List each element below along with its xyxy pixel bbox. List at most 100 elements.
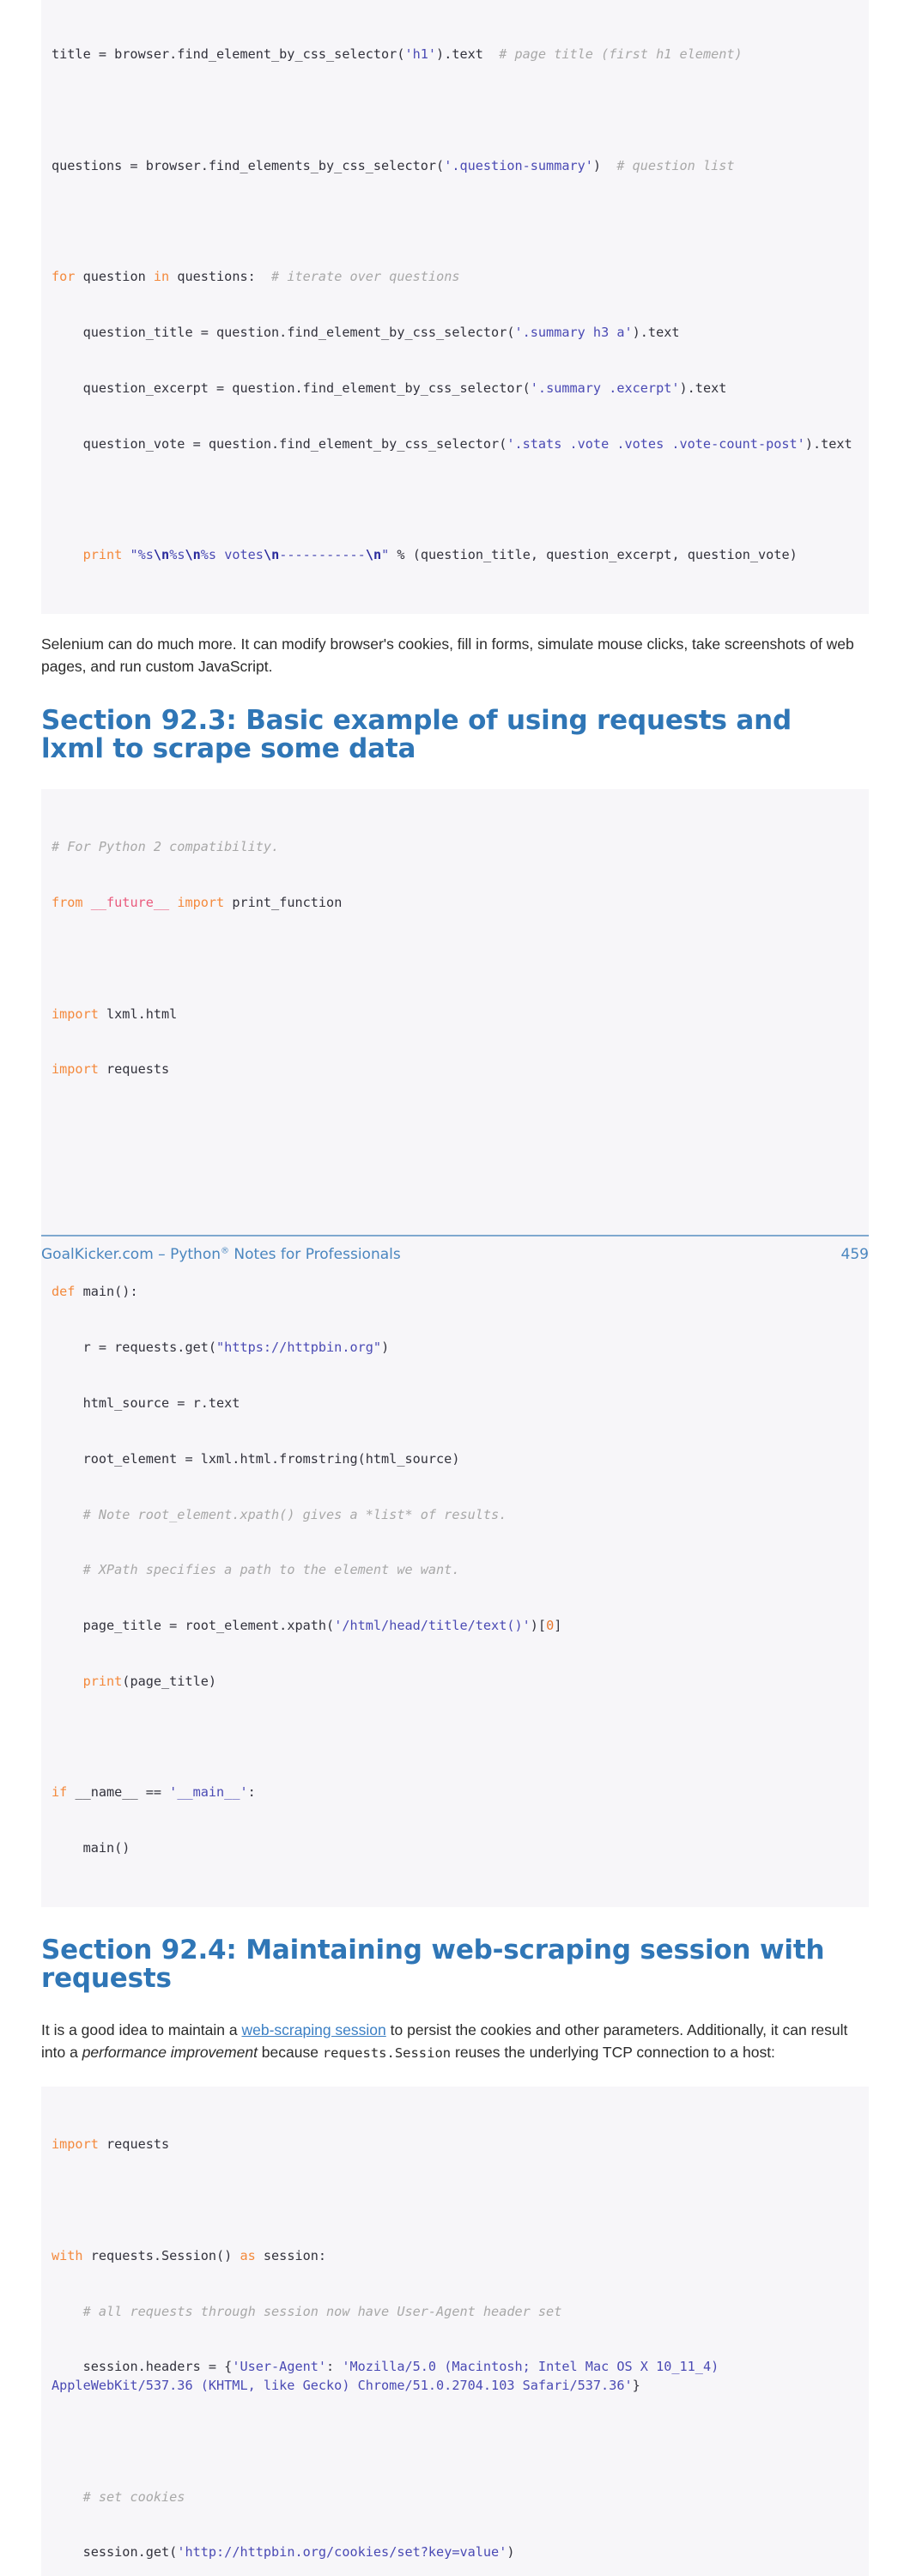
page-number: 459 — [840, 1246, 869, 1263]
web-scraping-session-link[interactable]: web-scraping session — [241, 2021, 385, 2038]
code-keyword: for — [52, 269, 76, 285]
code-keyword: import — [52, 1005, 99, 1022]
code-line: question_excerpt = question.find_element… — [52, 380, 858, 398]
code-string: %s votes — [200, 547, 264, 563]
code-text: ).text — [804, 435, 852, 452]
paragraph-emphasis: performance improvement — [82, 2044, 258, 2062]
code-line: session.headers = {'User-Agent': 'Mozill… — [52, 2358, 858, 2395]
code-line: import requests — [52, 2136, 858, 2154]
code-line: page_title = root_element.xpath('/html/h… — [52, 1617, 858, 1636]
code-string: "https://httpbin.org" — [216, 1340, 382, 1356]
paragraph-selenium: Selenium can do much more. It can modify… — [41, 635, 854, 675]
code-line: questions = browser.find_elements_by_css… — [52, 157, 858, 176]
code-string: " — [122, 547, 138, 563]
code-text: requests.Session() — [82, 2247, 240, 2263]
code-text: title = browser.find_element_by_css_sele… — [52, 46, 405, 63]
code-text: ).text — [679, 380, 727, 396]
code-keyword: def — [52, 1284, 76, 1300]
code-line: question_title = question.find_element_b… — [52, 324, 858, 343]
code-text: )[ — [530, 1618, 547, 1634]
code-text: ) — [507, 2544, 515, 2561]
code-text: html_source = r.text — [52, 1395, 240, 1411]
code-comment: # question list — [616, 157, 735, 173]
code-text: } — [632, 2377, 640, 2393]
code-line: # For Python 2 compatibility. — [52, 838, 858, 857]
code-string: '.summary .excerpt' — [530, 380, 680, 396]
code-keyword: in — [153, 269, 170, 285]
code-line: # all requests through session now have … — [52, 2303, 858, 2322]
code-keyword: with — [52, 2247, 83, 2263]
code-text: : — [247, 1784, 256, 1801]
code-keyword: import — [52, 1061, 99, 1078]
code-string: 'User-Agent' — [232, 2359, 327, 2375]
code-line: import requests — [52, 1060, 858, 1079]
code-comment: # XPath specifies a path to the element … — [52, 1562, 460, 1578]
code-escape: \n — [185, 547, 201, 563]
code-string: ----------- — [279, 547, 366, 563]
code-text: __name__ == — [67, 1784, 170, 1801]
document-page: title = browser.find_element_by_css_sele… — [0, 0, 910, 2576]
code-line: from __future__ import print_function — [52, 894, 858, 913]
code-string: '/html/head/title/text()' — [334, 1618, 531, 1634]
code-text: ).text — [632, 325, 680, 341]
code-keyword: print — [52, 1673, 123, 1689]
registered-mark-icon: ® — [221, 1246, 230, 1256]
code-comment: # all requests through session now have … — [52, 2303, 562, 2319]
code-line: html_source = r.text — [52, 1394, 858, 1413]
paragraph-text-part: It is a good idea to maintain a — [41, 2021, 242, 2039]
code-text: ) — [592, 157, 617, 173]
code-keyword: as — [240, 2247, 256, 2263]
code-line: print(page_title) — [52, 1673, 858, 1692]
code-string: '.stats .vote .votes .vote-count-post' — [507, 435, 805, 452]
code-line: with requests.Session() as session: — [52, 2247, 858, 2266]
code-text: r = requests.get( — [52, 1340, 217, 1356]
code-text: % (question_title, question_excerpt, que… — [389, 547, 798, 563]
code-escape: \n — [365, 547, 382, 563]
footer-brand-prefix: GoalKicker.com – Python — [41, 1246, 221, 1263]
code-text: root_element = lxml.html.fromstring(html… — [52, 1450, 460, 1467]
code-line: print "%s\n%s\n%s votes\n-----------\n" … — [52, 546, 858, 565]
code-text: ] — [554, 1618, 562, 1634]
code-line: import lxml.html — [52, 1005, 858, 1024]
code-line: for question in questions: # iterate ove… — [52, 268, 858, 287]
code-keyword: import — [177, 894, 225, 910]
code-escape: \n — [263, 547, 280, 563]
code-dunder: __future__ — [82, 894, 178, 910]
code-line: question_vote = question.find_element_by… — [52, 435, 858, 454]
code-block-lxml: # For Python 2 compatibility. from __fut… — [41, 789, 869, 1908]
code-text: print_function — [224, 894, 343, 910]
code-comment: # For Python 2 compatibility. — [52, 839, 280, 855]
code-keyword: import — [52, 2136, 99, 2153]
code-line: r = requests.get("https://httpbin.org") — [52, 1339, 858, 1358]
code-escape: \n — [153, 547, 170, 563]
footer-row: GoalKicker.com – Python® Notes for Profe… — [41, 1246, 869, 1263]
footer-brand-suffix: Notes for Professionals — [229, 1246, 401, 1263]
paragraph-text-part: because — [257, 2044, 323, 2062]
code-comment: # Note root_element.xpath() gives a *lis… — [52, 1506, 507, 1522]
code-line: main() — [52, 1839, 858, 1858]
code-text: page_title = root_element.xpath( — [52, 1618, 335, 1634]
code-line: session.get('http://httpbin.org/cookies/… — [52, 2543, 858, 2562]
code-string: '.summary h3 a' — [514, 325, 633, 341]
code-text: session: — [255, 2247, 327, 2263]
code-string: %s — [137, 547, 154, 563]
code-text: question_excerpt = question.find_element… — [52, 380, 531, 396]
code-text: main(): — [75, 1284, 138, 1300]
code-line: if __name__ == '__main__': — [52, 1783, 858, 1802]
code-string: '__main__' — [169, 1784, 248, 1801]
code-text: requests — [98, 2136, 170, 2153]
code-text: question — [75, 269, 154, 285]
code-text: ) — [381, 1340, 390, 1356]
paragraph-session: It is a good idea to maintain a web-scra… — [41, 2019, 867, 2064]
code-string: " — [381, 547, 390, 563]
code-line: root_element = lxml.html.fromstring(html… — [52, 1450, 858, 1469]
code-comment: # iterate over questions — [271, 269, 460, 285]
footer-divider — [41, 1235, 869, 1236]
code-line: def main(): — [52, 1283, 858, 1302]
